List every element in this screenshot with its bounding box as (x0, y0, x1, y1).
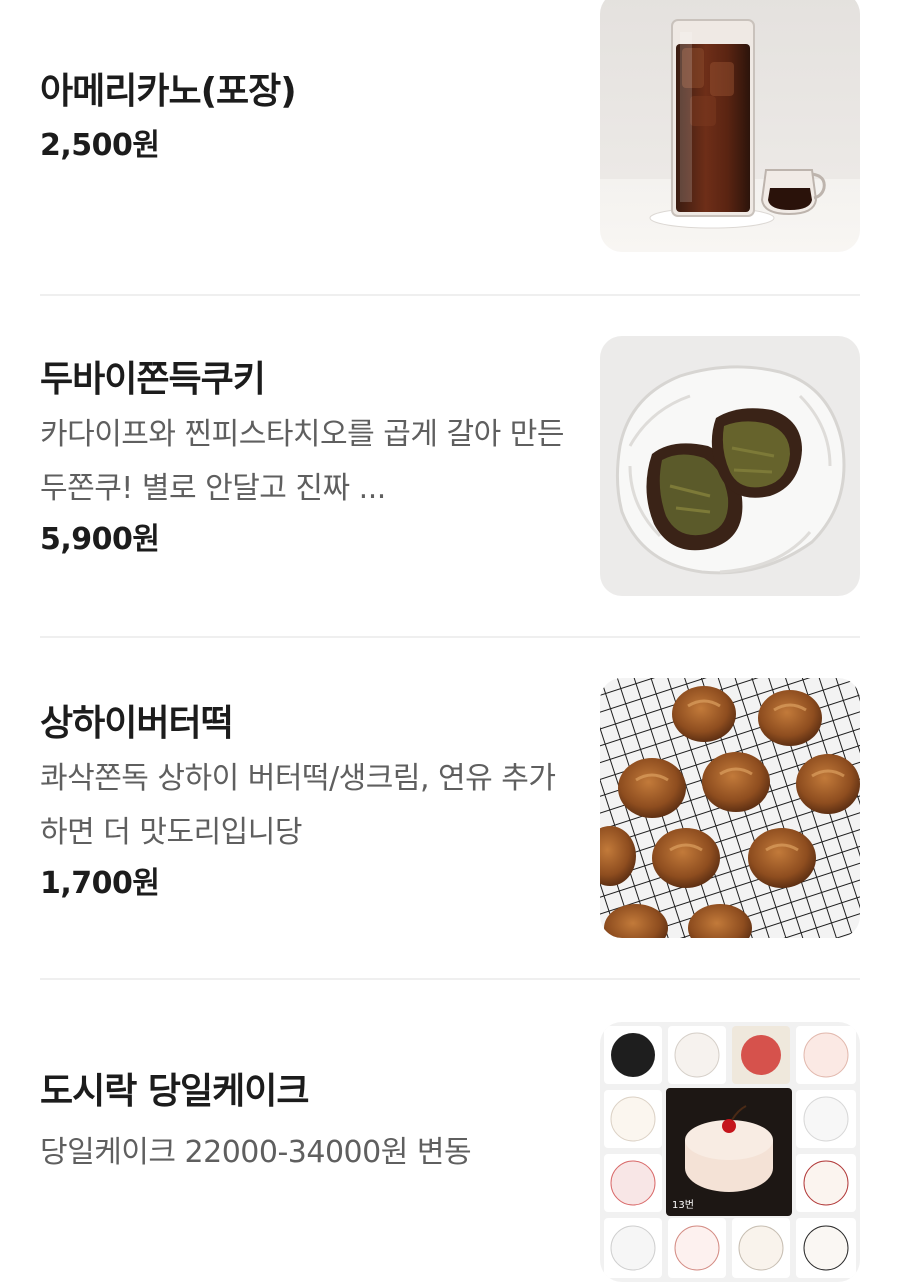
menu-item-name: 도시락 당일케이크 (40, 1071, 310, 1112)
iced-americano-photo (600, 0, 860, 252)
dubai-cookie-photo (600, 336, 860, 596)
menu-item-price: 2,500원 (40, 128, 160, 163)
photo-badge: 13번 (672, 1199, 694, 1211)
menu-item-shanghai-butter-rice-cake[interactable]: 상하이버터떡 콰삭쫀독 상하이 버터떡/생크림, 연유 추가하면 더 맛도리입니… (40, 638, 860, 978)
menu-item-americano[interactable]: 아메리카노(포장) 2,500원 (40, 0, 860, 295)
menu-item-price: 1,700원 (40, 866, 160, 901)
menu-item-name: 두바이쫀득쿠키 (40, 359, 266, 400)
menu-item-description: 카다이프와 찐피스타치오를 곱게 갈아 만든 두쫀쿠! 별로 안달고 진짜 ..… (40, 417, 564, 506)
menu-item-text: 상하이버터떡 콰삭쫀독 상하이 버터떡/생크림, 연유 추가하면 더 맛도리입니… (40, 700, 575, 906)
menu-item-dubai-cookie[interactable]: 두바이쫀득쿠키 카다이프와 찐피스타치오를 곱게 갈아 만든 두쫀쿠! 별로 안… (40, 296, 860, 636)
menu-item-text: 도시락 당일케이크 당일케이크 22000-34000원 변동 (40, 1068, 575, 1180)
lunchbox-cake-photo: 13번 (600, 1022, 860, 1282)
butter-rice-cake-photo (600, 678, 860, 938)
menu-item-price: 5,900원 (40, 522, 160, 557)
menu-item-description: 당일케이크 22000-34000원 변동 (40, 1135, 472, 1170)
menu-item-description: 콰삭쫀독 상하이 버터떡/생크림, 연유 추가하면 더 맛도리입니당 (40, 761, 556, 850)
menu-item-text: 아메리카노(포장) 2,500원 (40, 68, 575, 168)
menu-item-text: 두바이쫀득쿠키 카다이프와 찐피스타치오를 곱게 갈아 만든 두쫀쿠! 별로 안… (40, 356, 575, 562)
menu-list: 아메리카노(포장) 2,500원 두바이쫀득쿠키 카다이프와 찐피스타치오를 곱… (0, 0, 900, 1282)
menu-item-name: 아메리카노(포장) (40, 71, 297, 112)
menu-item-name: 상하이버터떡 (40, 703, 234, 744)
menu-item-lunchbox-cake[interactable]: 도시락 당일케이크 당일케이크 22000-34000원 변동 13번 (40, 980, 860, 1282)
